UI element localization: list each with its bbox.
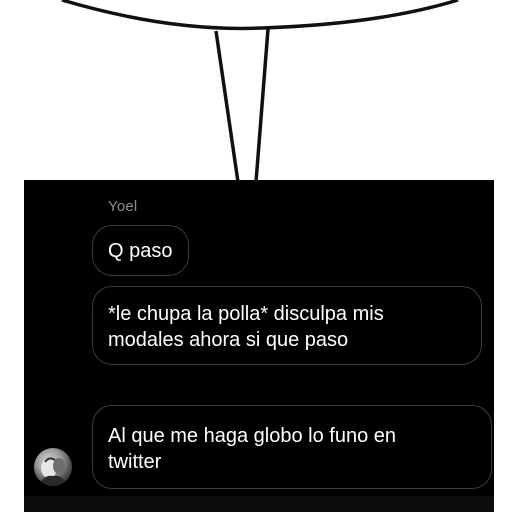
chat-panel: Yoel Q paso *le chupa la polla* disculpa… xyxy=(24,180,494,512)
message-bubble-3[interactable]: Al que me haga globo lo funo en twitter xyxy=(92,405,492,489)
avatar-photo-icon xyxy=(38,457,68,486)
speech-balloon-tail-drawing xyxy=(61,0,459,182)
bottom-bar xyxy=(24,496,494,512)
message-bubble-1[interactable]: Q paso xyxy=(92,225,190,276)
sender-avatar[interactable] xyxy=(34,448,72,486)
comic-speech-balloon-panel xyxy=(0,0,512,182)
sender-name: Yoel xyxy=(108,198,138,215)
message-bubble-2[interactable]: *le chupa la polla* disculpa mis modales… xyxy=(92,286,482,365)
